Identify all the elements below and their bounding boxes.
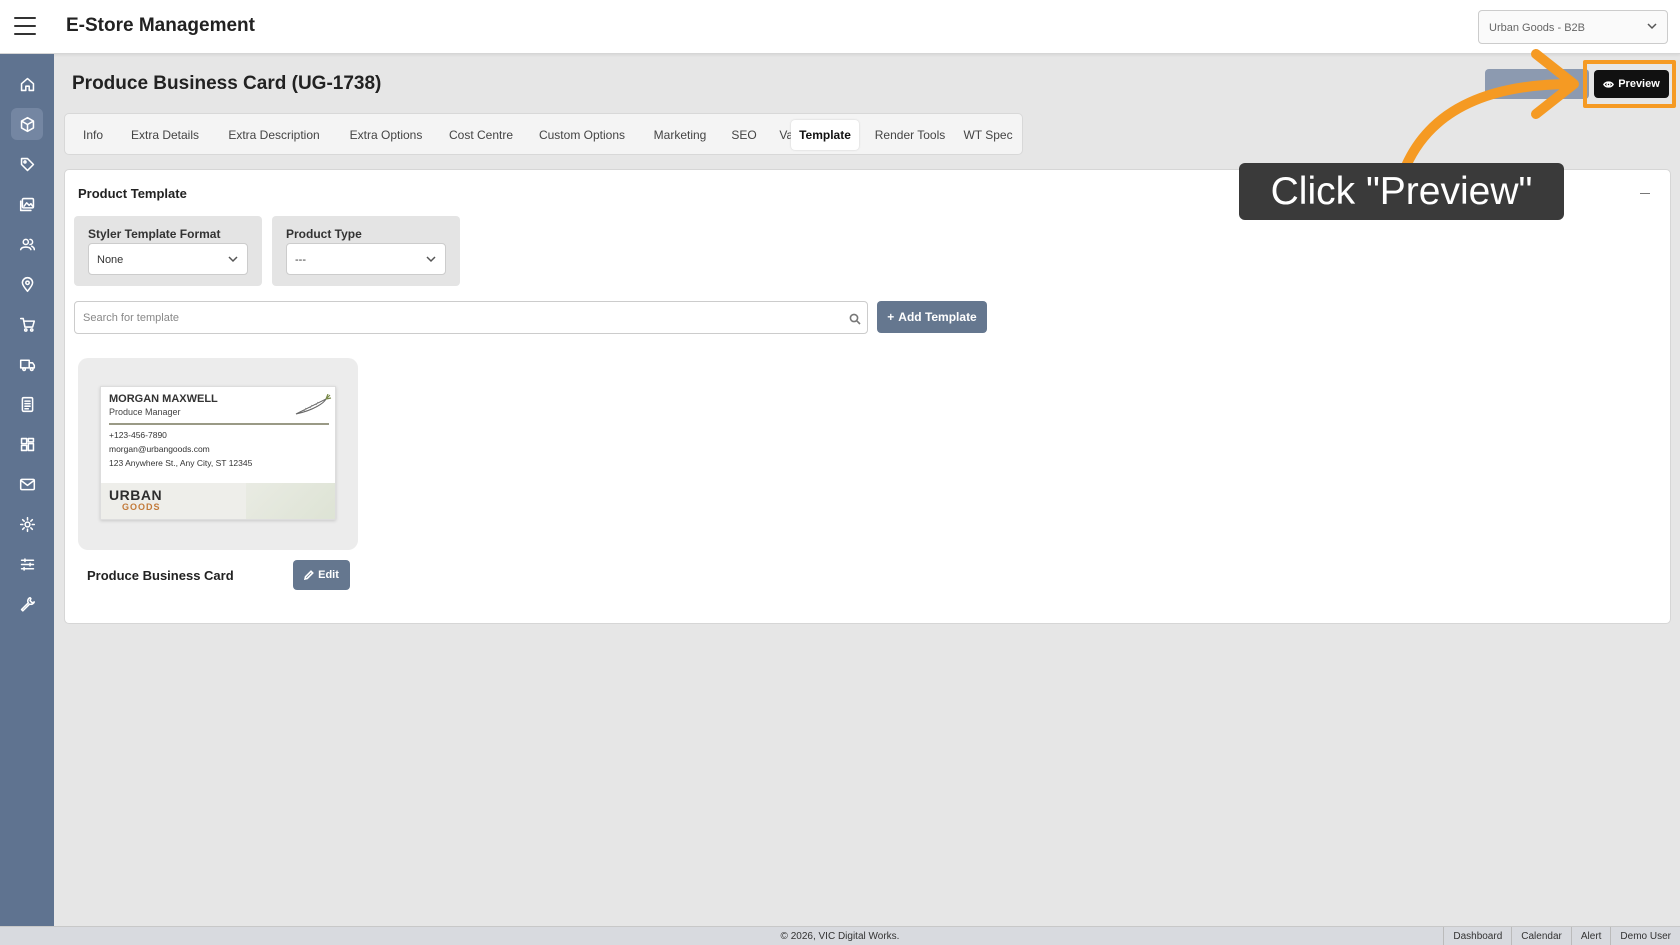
preview-button[interactable]: Preview	[1594, 70, 1669, 98]
cart-icon[interactable]	[11, 308, 43, 340]
tab-custom-options[interactable]: Custom Options	[527, 120, 637, 150]
styler-template-format-value: None	[97, 254, 124, 266]
card-footer-pattern	[246, 483, 335, 519]
sidebar	[0, 54, 54, 926]
users-icon[interactable]	[11, 228, 43, 260]
copyright-text: © 2026, VIC Digital Works.	[780, 931, 900, 942]
card-phone: +123-456-7890	[109, 430, 167, 440]
template-name: Produce Business Card	[87, 568, 234, 583]
chevron-down-icon	[1647, 21, 1657, 34]
mail-icon[interactable]	[11, 468, 43, 500]
home-icon[interactable]	[11, 68, 43, 100]
product-type-select[interactable]: ---	[286, 243, 446, 275]
add-template-label: Add Template	[898, 310, 977, 324]
plus-icon: +	[887, 310, 895, 324]
tab-info[interactable]: Info	[69, 120, 117, 150]
app-title: E-Store Management	[66, 15, 255, 36]
card-role: Produce Manager	[109, 407, 181, 417]
card-logo-top: URBAN	[109, 487, 163, 503]
tab-extra-options[interactable]: Extra Options	[337, 120, 435, 150]
template-search-box	[74, 301, 868, 334]
footer: © 2026, VIC Digital Works. Dashboard Cal…	[0, 926, 1680, 945]
gear-icon[interactable]	[11, 508, 43, 540]
footer-link-user[interactable]: Demo User	[1610, 927, 1680, 945]
product-type-label: Product Type	[286, 227, 362, 241]
template-search-input[interactable]	[75, 302, 815, 333]
business-card-preview: MORGAN MAXWELL Produce Manager +123-456-…	[100, 386, 336, 520]
location-pin-icon[interactable]	[11, 268, 43, 300]
styler-template-format-select[interactable]: None	[88, 243, 248, 275]
images-icon[interactable]	[11, 188, 43, 220]
tab-extra-details[interactable]: Extra Details	[119, 120, 211, 150]
add-template-button[interactable]: + Add Template	[877, 301, 987, 333]
tab-render-tools[interactable]: Render Tools	[865, 120, 955, 150]
preview-button-label: Preview	[1618, 78, 1660, 90]
wrench-icon[interactable]	[11, 588, 43, 620]
tab-bar: Info Extra Details Extra Description Ext…	[64, 113, 1023, 155]
styler-template-format-field: Styler Template Format None	[74, 216, 262, 286]
box-icon[interactable]	[11, 108, 43, 140]
annotation-tooltip: Click "Preview"	[1239, 163, 1564, 220]
collapse-icon[interactable]	[1640, 193, 1650, 194]
tab-marketing[interactable]: Marketing	[639, 120, 721, 150]
annotation-arrow-icon	[1401, 49, 1579, 171]
edit-template-button[interactable]: Edit	[293, 560, 350, 590]
card-email: morgan@urbangoods.com	[109, 444, 210, 454]
store-selector[interactable]: Urban Goods - B2B	[1478, 10, 1668, 44]
eye-icon	[1603, 80, 1615, 88]
tag-icon[interactable]	[11, 148, 43, 180]
truck-icon[interactable]	[11, 348, 43, 380]
chevron-down-icon	[228, 254, 238, 267]
grid-icon[interactable]	[11, 428, 43, 460]
tab-cost-centre[interactable]: Cost Centre	[437, 120, 525, 150]
footer-links: Dashboard Calendar Alert Demo User	[1443, 927, 1680, 945]
chevron-down-icon	[426, 254, 436, 267]
footer-link-dashboard[interactable]: Dashboard	[1443, 927, 1511, 945]
footer-link-calendar[interactable]: Calendar	[1511, 927, 1571, 945]
product-template-panel: Product Template Styler Template Format …	[64, 169, 1671, 624]
pencil-icon	[304, 570, 314, 580]
card-address: 123 Anywhere St., Any City, ST 12345	[109, 458, 253, 468]
document-icon[interactable]	[11, 388, 43, 420]
store-selector-value: Urban Goods - B2B	[1489, 22, 1585, 34]
template-card[interactable]: MORGAN MAXWELL Produce Manager +123-456-…	[78, 358, 358, 550]
sliders-icon[interactable]	[11, 548, 43, 580]
tab-seo[interactable]: SEO	[723, 120, 765, 150]
hamburger-menu-icon[interactable]	[14, 17, 36, 35]
page-title: Produce Business Card (UG-1738)	[72, 73, 382, 94]
product-type-value: ---	[295, 254, 306, 266]
card-name: MORGAN MAXWELL	[109, 393, 218, 405]
panel-title: Product Template	[78, 186, 187, 201]
edit-button-label: Edit	[318, 569, 339, 581]
carrot-icon	[295, 394, 332, 415]
card-logo-bottom: GOODS	[122, 502, 161, 512]
footer-link-alert[interactable]: Alert	[1570, 927, 1611, 945]
styler-template-format-label: Styler Template Format	[88, 227, 221, 241]
tab-wt-spec[interactable]: WT Spec	[957, 120, 1019, 150]
search-icon[interactable]	[849, 312, 861, 330]
tab-template[interactable]: Template	[791, 120, 859, 150]
tab-extra-description[interactable]: Extra Description	[213, 120, 335, 150]
product-type-field: Product Type ---	[272, 216, 460, 286]
card-divider	[109, 423, 329, 425]
